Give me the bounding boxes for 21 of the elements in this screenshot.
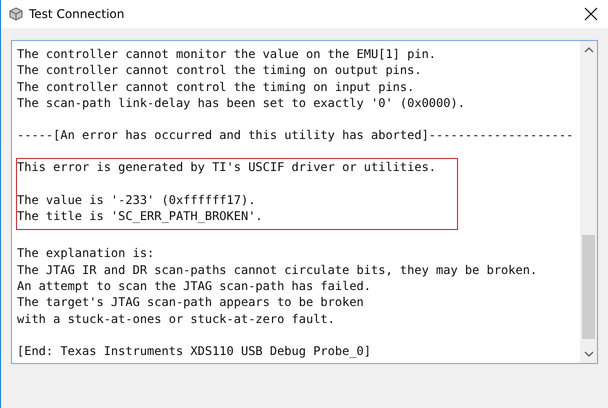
window-title: Test Connection xyxy=(29,7,126,21)
output-line: The target's JTAG scan-path appears to be broken xyxy=(17,294,364,311)
output-line: The explanation is: xyxy=(17,245,154,262)
cube-icon xyxy=(9,7,23,21)
output-line: The controller cannot control the timing on output pins. xyxy=(17,62,422,79)
scroll-down-icon[interactable] xyxy=(584,351,594,357)
output-line: The value is '-233' (0xffffff17). xyxy=(17,192,256,208)
output-line: The controller cannot monitor the value on the EMU[1] pin. xyxy=(17,46,436,62)
output-line: with a stuck-at-ones or stuck-at-zero fault. xyxy=(17,310,335,327)
output-line: [End: Texas Instruments XDS110 USB Debug Probe_0] xyxy=(17,342,372,360)
output-line: The title is 'SC_ERR_PATH_BROKEN'. xyxy=(17,208,263,224)
close-icon[interactable] xyxy=(584,7,598,21)
output-line: This error is generated by TI's USCIF driver or utilities. xyxy=(17,159,436,176)
scroll-up-icon[interactable] xyxy=(584,47,594,53)
output-line: The JTAG IR and DR scan-paths cannot circulate bits, they may be broken. xyxy=(17,262,538,278)
output-line: The controller cannot control the timing on input pins. xyxy=(17,78,414,95)
output-line: The scan-path link-delay has been set to exactly '0' (0x0000). xyxy=(17,94,465,112)
output-line: -----[An error has occurred and this utility has aborted]-------------------- xyxy=(17,127,574,144)
output-line: An attempt to scan the JTAG scan-path has failed. xyxy=(17,278,372,294)
scrollbar-thumb[interactable] xyxy=(582,235,595,339)
vertical-scrollbar[interactable] xyxy=(580,41,597,363)
